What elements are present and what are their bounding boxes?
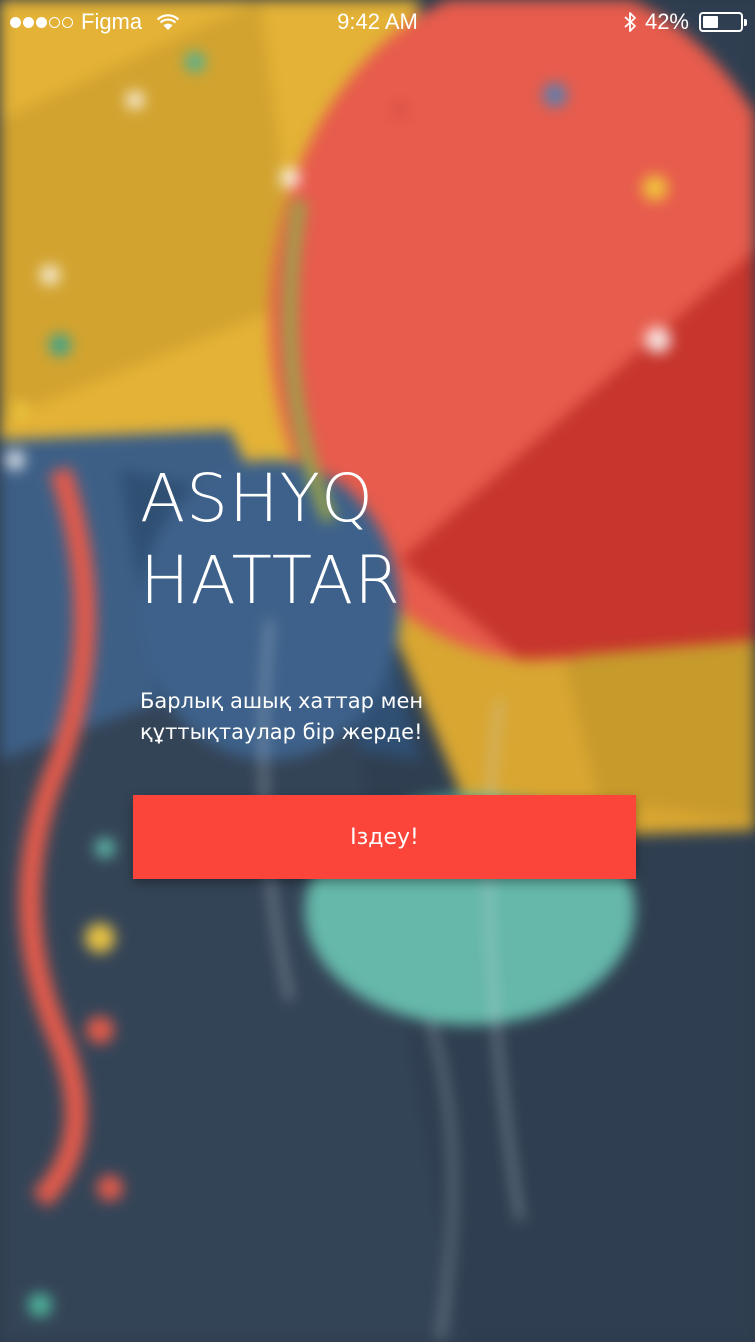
app-title-line-1: ASHYQ bbox=[140, 460, 374, 537]
search-button[interactable]: Іздеу! bbox=[133, 795, 636, 879]
battery-tip bbox=[744, 19, 747, 26]
welcome-screen: Figma 9:42 AM 42% ASHYQ HATTAR Барлық аш… bbox=[0, 0, 755, 1342]
battery-percentage: 42% bbox=[644, 9, 689, 34]
app-tagline-line-1: Барлық ашық хаттар мен bbox=[140, 689, 424, 713]
battery-level-fill bbox=[703, 16, 718, 28]
battery-icon bbox=[699, 12, 747, 32]
app-tagline-line-2: құттықтаулар бір жерде! bbox=[140, 720, 423, 744]
status-right-group: 42% bbox=[623, 9, 747, 35]
balloons-background-image bbox=[0, 0, 755, 1342]
status-bar: Figma 9:42 AM 42% bbox=[0, 0, 755, 44]
app-title: ASHYQ HATTAR bbox=[140, 458, 560, 622]
app-tagline: Барлық ашық хаттар мен құттықтаулар бір … bbox=[140, 686, 560, 748]
bluetooth-icon bbox=[624, 12, 636, 32]
app-title-line-2: HATTAR bbox=[140, 542, 402, 619]
